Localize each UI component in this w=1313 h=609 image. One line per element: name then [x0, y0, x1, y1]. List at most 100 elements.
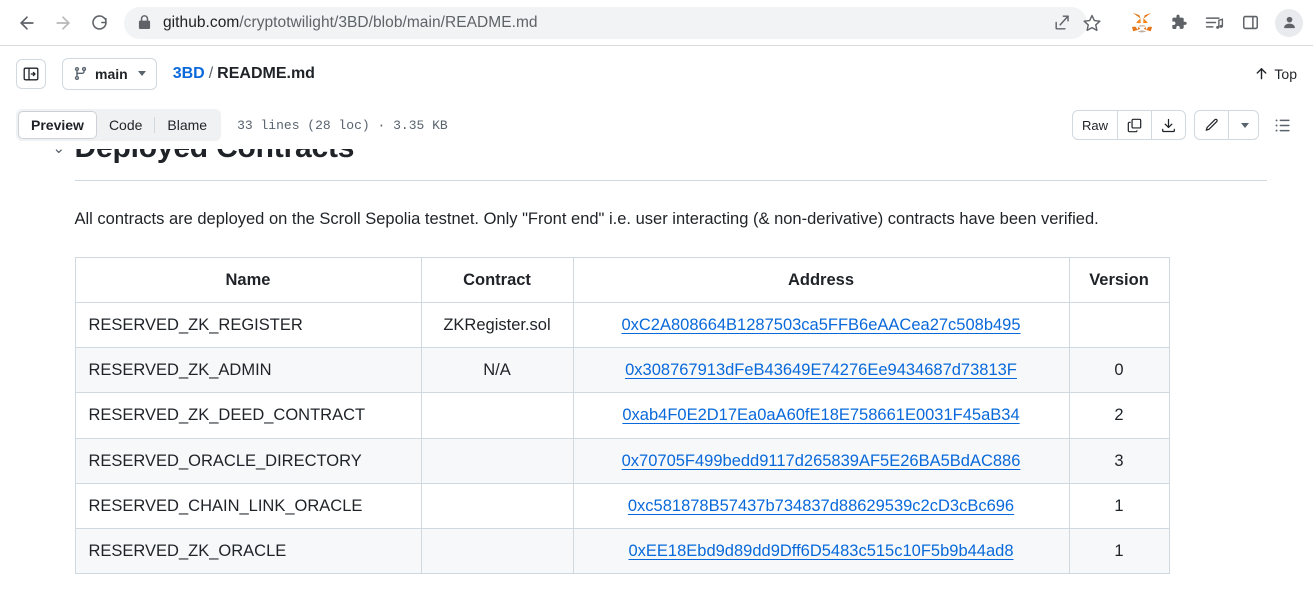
cell-version: 0	[1068, 347, 1170, 394]
intro-paragraph: All contracts are deployed on the Scroll…	[74, 210, 1099, 228]
copy-icon	[1127, 118, 1142, 132]
cell-address: 0xEE18Ebd9d89dd9Dff6D5483c515c10F5b9b44a…	[572, 528, 1070, 575]
page-title: Deployed Contracts	[75, 149, 355, 165]
cell-name: RESERVED_ZK_ADMIN	[74, 347, 422, 394]
git-branch-icon	[74, 66, 87, 81]
download-raw-button[interactable]	[1152, 111, 1185, 139]
browser-toolbar: github.com/cryptotwilight/3BD/blob/main/…	[0, 0, 1313, 45]
back-button[interactable]	[10, 6, 44, 40]
file-tree-toggle-button[interactable]	[16, 58, 46, 89]
table-row: RESERVED_ZK_ADMIN N/A 0x308767913dFeB436…	[74, 347, 1170, 394]
top-link[interactable]: Top	[1254, 66, 1297, 82]
column-header-address: Address	[572, 256, 1070, 303]
cell-address: 0xC2A808664B1287503ca5FFB6eAACea27c508b4…	[572, 301, 1070, 349]
cell-contract: N/A	[420, 347, 574, 394]
section-heading-container: ⌄ Deployed Contracts	[47, 149, 1267, 173]
cell-name: RESERVED_ORACLE_DIRECTORY	[74, 437, 422, 484]
cell-contract	[420, 392, 574, 439]
table-row: RESERVED_ORACLE_DIRECTORY 0x70705F499bed…	[74, 437, 1170, 484]
side-panel-icon[interactable]	[1235, 8, 1265, 38]
pencil-icon	[1205, 118, 1218, 131]
table-row: RESERVED_CHAIN_LINK_ORACLE 0xc581878B574…	[74, 482, 1170, 530]
cell-name: RESERVED_ZK_DEED_CONTRACT	[74, 392, 422, 439]
address-link[interactable]: 0x70705F499bedd9117d265839AF5E26BA5BdAC8…	[622, 452, 1021, 470]
cell-name: RESERVED_ZK_REGISTER	[74, 301, 422, 349]
raw-actions-group: Raw	[1071, 110, 1186, 140]
extensions-puzzle-icon[interactable]	[1163, 8, 1193, 38]
cell-name: RESERVED_ZK_ORACLE	[74, 528, 422, 575]
forward-arrow-icon	[56, 15, 70, 30]
share-icon[interactable]	[1047, 8, 1077, 38]
reload-button[interactable]	[82, 6, 116, 40]
edit-file-button[interactable]	[1195, 111, 1229, 139]
view-mode-tabs: Preview Code Blame	[16, 109, 222, 141]
url-text: github.com/cryptotwilight/3BD/blob/main/…	[163, 13, 538, 31]
address-link[interactable]: 0xEE18Ebd9d89dd9Dff6D5483c515c10F5b9b44a…	[628, 542, 1013, 560]
tab-preview[interactable]: Preview	[18, 111, 97, 139]
table-row: RESERVED_ZK_DEED_CONTRACT 0xab4F0E2D17Ea…	[74, 392, 1170, 439]
link-anchor-icon[interactable]: ⌄	[53, 149, 73, 157]
toolbar-actions: Raw	[1071, 110, 1297, 140]
file-header-bar: main 3BD / README.md Top	[0, 46, 1313, 101]
cell-address: 0xab4F0E2D17Ea0aA60fE18E758661E0031F45aB…	[572, 392, 1070, 439]
cell-version: 2	[1068, 392, 1170, 439]
heading-divider	[74, 180, 1267, 181]
copy-raw-button[interactable]	[1118, 111, 1152, 139]
address-bar[interactable]: github.com/cryptotwilight/3BD/blob/main/…	[124, 6, 1087, 39]
tab-code[interactable]: Code	[97, 111, 154, 139]
cell-contract	[420, 482, 574, 530]
cell-version	[1068, 301, 1170, 349]
address-link[interactable]: 0xab4F0E2D17Ea0aA60fE18E758661E0031F45aB…	[622, 406, 1019, 424]
outline-list-icon	[1275, 118, 1290, 132]
reading-list-icon[interactable]	[1199, 8, 1229, 38]
bookmark-star-icon[interactable]	[1077, 8, 1107, 38]
address-link[interactable]: 0x308767913dFeB43649E74276Ee9434687d7381…	[625, 361, 1017, 379]
cell-contract: ZKRegister.sol	[420, 301, 574, 349]
deployed-contracts-table: Name Contract Address Version RESERVED_Z…	[74, 256, 1170, 575]
column-header-version: Version	[1068, 256, 1170, 303]
chevron-down-icon	[1241, 122, 1249, 128]
file-meta-label: 33 lines (28 loc) · 3.35 KB	[237, 117, 448, 133]
table-row: RESERVED_ZK_ORACLE 0xEE18Ebd9d89dd9Dff6D…	[74, 528, 1170, 575]
breadcrumb-filename: README.md	[217, 64, 315, 82]
address-link[interactable]: 0xC2A808664B1287503ca5FFB6eAACea27c508b4…	[621, 316, 1020, 334]
breadcrumb-repo-link[interactable]: 3BD	[173, 65, 205, 83]
edit-actions-group	[1194, 110, 1259, 140]
table-row: RESERVED_ZK_REGISTER ZKRegister.sol 0xC2…	[74, 301, 1170, 349]
cell-version: 3	[1068, 437, 1170, 484]
branch-name-label: main	[95, 65, 128, 82]
cell-contract	[420, 528, 574, 575]
column-header-name: Name	[74, 256, 422, 303]
arrow-up-icon	[1257, 68, 1267, 80]
table-header-row: Name Contract Address Version	[74, 256, 1170, 303]
cell-version: 1	[1068, 482, 1170, 530]
cell-address: 0xc581878B57437b734837d88629539c2cD3cBc6…	[572, 482, 1070, 530]
breadcrumb: 3BD / README.md	[173, 65, 315, 83]
cell-name: RESERVED_CHAIN_LINK_ORACLE	[74, 482, 422, 530]
cell-version: 1	[1068, 528, 1170, 575]
cell-address: 0x70705F499bedd9117d265839AF5E26BA5BdAC8…	[572, 437, 1070, 484]
back-arrow-icon	[20, 15, 34, 30]
reload-icon	[91, 15, 107, 30]
branch-selector-button[interactable]: main	[62, 57, 157, 90]
omnibox-actions	[1047, 8, 1111, 38]
outline-button[interactable]	[1267, 110, 1297, 140]
chevron-down-icon	[137, 71, 146, 76]
breadcrumb-separator: /	[208, 64, 214, 82]
address-link[interactable]: 0xc581878B57437b734837d88629539c2cD3cBc6…	[628, 497, 1014, 515]
tab-blame[interactable]: Blame	[155, 111, 219, 139]
lock-icon	[138, 15, 151, 30]
edit-dropdown-button[interactable]	[1229, 111, 1258, 139]
cell-contract	[420, 437, 574, 484]
raw-button[interactable]: Raw	[1073, 111, 1118, 139]
profile-avatar-icon[interactable]	[1275, 8, 1303, 37]
column-header-contract: Contract	[420, 256, 574, 303]
sidebar-expand-icon	[23, 67, 39, 80]
forward-button[interactable]	[46, 6, 80, 40]
metamask-fox-icon[interactable]	[1127, 8, 1157, 38]
extension-toolbar	[1127, 8, 1303, 38]
cell-address: 0x308767913dFeB43649E74276Ee9434687d7381…	[572, 347, 1070, 394]
readme-content: ⌄ Deployed Contracts All contracts are d…	[0, 149, 1313, 609]
file-view-toolbar: Preview Code Blame 33 lines (28 loc) · 3…	[0, 101, 1313, 149]
top-link-label: Top	[1274, 65, 1297, 82]
